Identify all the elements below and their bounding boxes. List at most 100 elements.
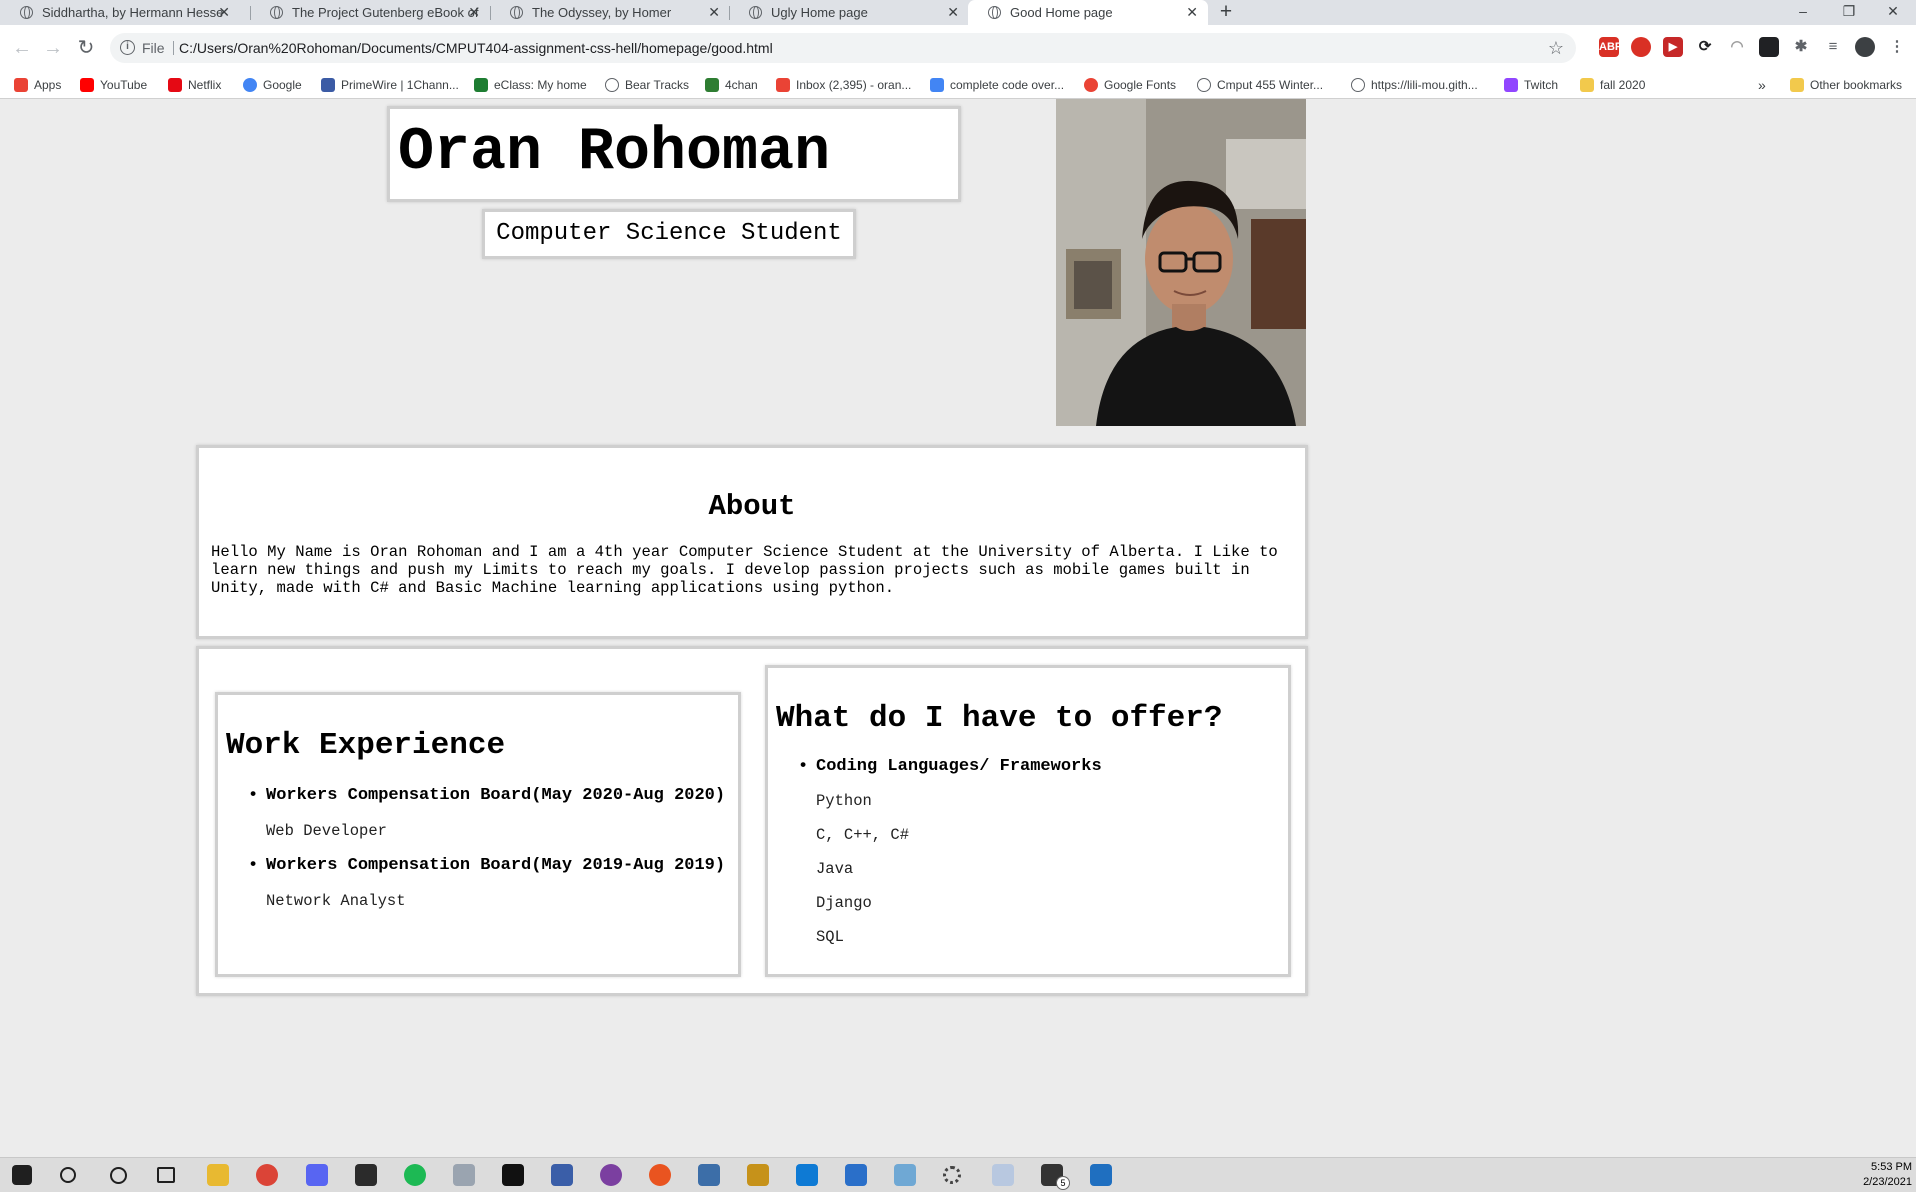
close-tab-icon[interactable]: ✕ [947, 0, 959, 25]
address-bar[interactable]: i File C:/Users/Oran%20Rohoman/Documents… [110, 33, 1576, 63]
work-item-heading: Workers Compensation Board(May 2019-Aug … [218, 856, 738, 876]
info-icon[interactable]: i [120, 40, 135, 55]
virtualbox-icon[interactable] [698, 1164, 720, 1186]
close-tab-icon[interactable]: ✕ [1186, 0, 1198, 25]
about-section: About Hello My Name is Oran Rohoman and … [196, 445, 1308, 639]
skills-heading: Coding Languages/ Frameworks [768, 757, 1288, 777]
bookmark-label: 4chan [725, 78, 758, 92]
new-tab-button[interactable]: + [1214, 0, 1238, 25]
minimize-button[interactable]: – [1780, 0, 1826, 25]
close-tab-icon[interactable]: ✕ [468, 0, 480, 25]
ubuntu-icon[interactable] [649, 1164, 671, 1186]
bookmark-cmput455[interactable]: Cmput 455 Winter... [1197, 71, 1323, 99]
settings-gear-icon[interactable] [943, 1166, 961, 1184]
globe-icon [988, 6, 1001, 19]
profile-photo [1056, 99, 1306, 426]
photos-icon[interactable] [453, 1164, 475, 1186]
sync-icon[interactable]: ⟳ [1695, 37, 1715, 57]
puzzle-icon[interactable]: ✱ [1791, 37, 1811, 57]
folder-icon [1790, 78, 1804, 92]
restore-button[interactable]: ❐ [1826, 0, 1872, 25]
back-arrow-icon[interactable]: ← [8, 34, 36, 62]
address-divider [173, 41, 174, 55]
spotify-icon[interactable] [404, 1164, 426, 1186]
bookmark-label: YouTube [100, 78, 148, 92]
bookmark-label: https://lili-mou.gith... [1371, 78, 1478, 92]
task-view-icon[interactable] [157, 1167, 175, 1183]
system-clock[interactable]: 5:53 PM 2/23/2021 [1863, 1160, 1912, 1190]
extension-red-icon[interactable] [1631, 37, 1651, 57]
close-tab-icon[interactable]: ✕ [708, 0, 720, 25]
bookmark-label: Apps [34, 78, 62, 92]
reading-list-icon[interactable]: ≡ [1823, 37, 1843, 57]
bookmark-primewire[interactable]: PrimeWire | 1Chann... [321, 71, 459, 99]
google-icon [243, 78, 257, 92]
work-item-role: Network Analyst [266, 892, 406, 910]
bookmark-label: Twitch [1524, 78, 1559, 92]
search-icon[interactable] [60, 1167, 76, 1183]
discord-icon[interactable] [306, 1164, 328, 1186]
tab-gutenberg[interactable]: The Project Gutenberg eBook of ✕ [250, 0, 490, 25]
bookmark-label: Netflix [188, 78, 222, 92]
work-item-heading: Workers Compensation Board(May 2020-Aug … [218, 786, 738, 806]
game-icon[interactable] [747, 1164, 769, 1186]
taskbar: 5 5:53 PM 2/23/2021 [0, 1157, 1916, 1192]
windows-start-icon[interactable] [12, 1165, 32, 1185]
vscode-icon[interactable] [796, 1164, 818, 1186]
about-text: Hello My Name is Oran Rohoman and I am a… [211, 543, 1278, 597]
twitch-icon [1504, 78, 1518, 92]
chrome-icon[interactable] [256, 1164, 278, 1186]
bookmark-complete-code[interactable]: complete code over... [930, 71, 1064, 99]
bookmark-apps[interactable]: Apps [14, 71, 61, 99]
cortana-icon[interactable] [110, 1167, 127, 1184]
bookmark-star-icon[interactable]: ☆ [1548, 33, 1564, 63]
bookmark-gmail[interactable]: Inbox (2,395) - oran... [776, 71, 911, 99]
tab-siddhartha[interactable]: Siddhartha, by Hermann Hesse ✕ [0, 0, 240, 25]
bookmark-fall-2020[interactable]: fall 2020 [1580, 71, 1645, 99]
extension-gray-icon[interactable]: ◠ [1727, 37, 1747, 57]
bookmark-netflix[interactable]: Netflix [168, 71, 221, 99]
skill-item: C, C++, C# [816, 826, 910, 844]
url-text[interactable]: C:/Users/Oran%20Rohoman/Documents/CMPUT4… [179, 33, 773, 63]
menu-dots-icon[interactable]: ⋮ [1887, 37, 1907, 57]
photos-app-icon[interactable] [1090, 1164, 1112, 1186]
bookmark-google[interactable]: Google [243, 71, 302, 99]
bookmark-bear-tracks[interactable]: Bear Tracks [605, 71, 689, 99]
bookmark-twitch[interactable]: Twitch [1504, 71, 1558, 99]
app-blue-icon[interactable] [894, 1164, 916, 1186]
sticky-notes-icon[interactable] [355, 1164, 377, 1186]
close-window-button[interactable]: ✕ [1870, 0, 1916, 25]
tab-ugly-home-page[interactable]: Ugly Home page ✕ [729, 0, 969, 25]
role-subtitle: Computer Science Student [496, 220, 842, 247]
work-experience-heading: Work Experience [226, 728, 506, 763]
bookmark-4chan[interactable]: 4chan [705, 71, 758, 99]
forward-arrow-icon[interactable]: → [39, 34, 67, 62]
bookmark-eclass[interactable]: eClass: My home [474, 71, 587, 99]
reload-icon[interactable]: ↻ [72, 34, 100, 62]
eclass-icon [474, 78, 488, 92]
app-icon[interactable] [551, 1164, 573, 1186]
extension-dark-icon[interactable] [1759, 37, 1779, 57]
adblock-icon[interactable]: ABP [1599, 37, 1622, 57]
youtube-icon [80, 78, 94, 92]
bookmark-label: Inbox (2,395) - oran... [796, 78, 912, 92]
profile-avatar-icon[interactable] [1855, 37, 1875, 57]
bookmark-lili-mou[interactable]: https://lili-mou.gith... [1351, 71, 1478, 99]
paint-icon[interactable] [992, 1164, 1014, 1186]
tab-good-home-page[interactable]: Good Home page ✕ [968, 0, 1208, 25]
powershell-icon[interactable] [845, 1164, 867, 1186]
extension-play-icon[interactable]: ▶ [1663, 37, 1683, 57]
other-bookmarks[interactable]: Other bookmarks [1790, 71, 1902, 99]
bookmark-youtube[interactable]: YouTube [80, 71, 147, 99]
terminal-icon[interactable] [502, 1164, 524, 1186]
taskbar-badge: 5 [1056, 1176, 1070, 1190]
bookmark-google-fonts[interactable]: Google Fonts [1084, 71, 1176, 99]
clover-icon [705, 78, 719, 92]
tab-odyssey[interactable]: The Odyssey, by Homer ✕ [490, 0, 730, 25]
close-tab-icon[interactable]: ✕ [218, 0, 230, 25]
app-purple-icon[interactable] [600, 1164, 622, 1186]
bookmark-label: PrimeWire | 1Chann... [341, 78, 459, 92]
bookmarks-overflow-chevron-icon[interactable]: » [1758, 71, 1766, 99]
gmail-icon [776, 78, 790, 92]
file-explorer-icon[interactable] [207, 1164, 229, 1186]
